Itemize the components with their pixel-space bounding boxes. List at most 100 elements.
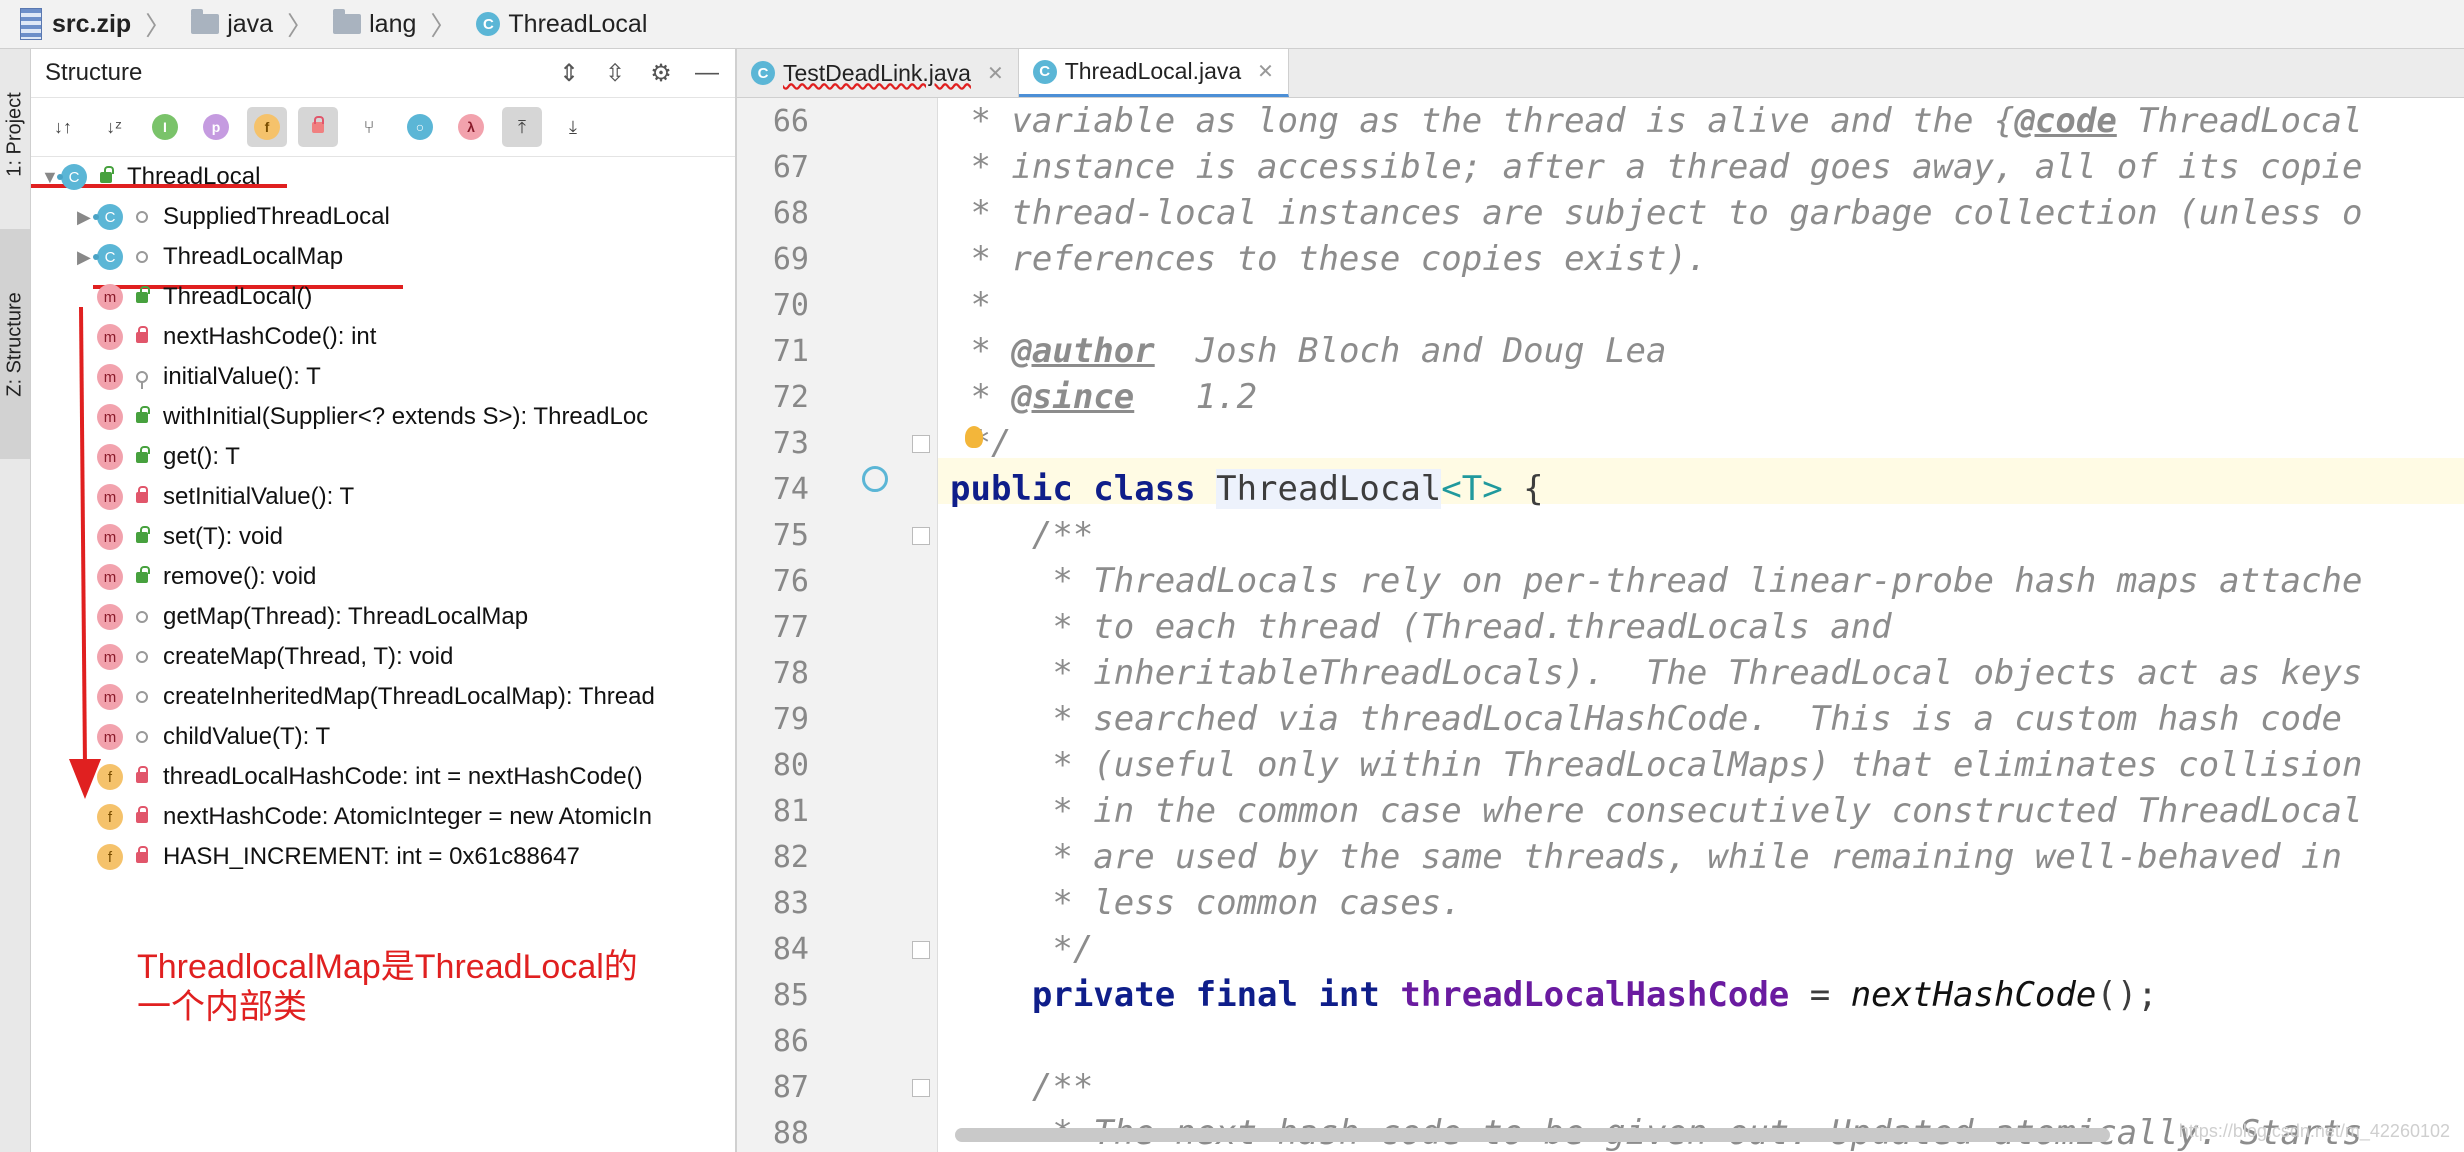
autoscroll-to-source-icon[interactable]: ⤒ [502, 107, 542, 147]
method-icon: m [97, 684, 123, 710]
code-token: Josh Bloch and Doug Lea [1154, 331, 1667, 371]
fold-marker-icon[interactable] [912, 435, 930, 453]
tree-item[interactable]: m getMap(Thread): ThreadLocalMap [77, 597, 528, 637]
tab-testdeadlink[interactable]: C TestDeadLink.java ✕ [737, 49, 1019, 97]
breadcrumb-item-lang[interactable]: lang [333, 9, 416, 39]
line-number: 74 [772, 472, 809, 507]
structure-tool-tab[interactable]: Z: Structure [0, 229, 30, 459]
code-line: * inheritableThreadLocals). The ThreadLo… [950, 650, 2362, 696]
tree-item[interactable]: f nextHashCode: AtomicInteger = new Atomi… [77, 797, 652, 837]
line-number: 85 [772, 978, 809, 1013]
tree-item-label: SuppliedThreadLocal [163, 203, 390, 230]
tree-item[interactable]: m createMap(Thread, T): void [77, 637, 453, 677]
horizontal-scrollbar[interactable] [955, 1128, 2110, 1142]
show-inherited-icon[interactable]: I [145, 107, 185, 147]
code-line: * variable as long as the thread is aliv… [950, 98, 2362, 144]
breadcrumb-item-zip[interactable]: src.zip [12, 8, 131, 40]
show-properties-icon[interactable]: p [196, 107, 236, 147]
tree-item[interactable]: ▶ C ThreadLocalMap [77, 237, 343, 277]
code-token: * in the common case where consecutively… [950, 791, 2363, 831]
code-line: * in the common case where consecutively… [950, 788, 2362, 834]
code-token: nextHashCode [1850, 975, 2097, 1015]
tree-item-label: createInheritedMap(ThreadLocalMap): Thre… [163, 683, 655, 710]
line-number: 66 [772, 104, 809, 139]
tree-item[interactable]: ▶ C SuppliedThreadLocal [77, 197, 390, 237]
class-icon: C [93, 204, 123, 230]
private-icon [131, 325, 153, 343]
tree-item-label: remove(): void [163, 563, 317, 590]
tree-item[interactable]: f HASH_INCREMENT: int = 0x61c88647 [77, 837, 580, 877]
line-number: 79 [772, 702, 809, 737]
tree-item[interactable]: m ThreadLocal() [77, 277, 312, 317]
show-anonymous-icon[interactable]: ○ [400, 107, 440, 147]
code-editor[interactable]: * variable as long as the thread is aliv… [938, 98, 2464, 1152]
tab-threadlocal[interactable]: C ThreadLocal.java ✕ [1018, 49, 1289, 97]
tree-item-label: HASH_INCREMENT: int = 0x61c88647 [163, 843, 580, 870]
lightbulb-icon[interactable] [965, 426, 983, 448]
tree-item[interactable]: f threadLocalHashCode: int = nextHashCode… [77, 757, 643, 797]
folder-icon [333, 9, 362, 34]
tree-item[interactable]: m setInitialValue(): T [77, 477, 354, 517]
breadcrumb-item-class[interactable]: C ThreadLocal [476, 10, 647, 39]
code-token: 1.2 [1134, 377, 1258, 417]
show-lambdas-icon[interactable]: λ [451, 107, 491, 147]
close-icon[interactable]: ✕ [987, 61, 1004, 86]
project-tool-tab[interactable]: 1: Project [0, 59, 30, 209]
method-icon: m [97, 644, 123, 670]
field-icon: f [97, 764, 123, 790]
gear-icon[interactable]: ⚙ [643, 55, 679, 91]
line-number: 67 [772, 150, 809, 185]
tree-item[interactable]: m remove(): void [77, 557, 316, 597]
package-private-icon [131, 611, 153, 623]
class-icon: C [476, 12, 501, 36]
sort-by-visibility-icon[interactable]: ↓↑ [43, 107, 83, 147]
public-icon [95, 165, 117, 183]
tree-item-label: get(): T [163, 443, 240, 470]
fold-marker-icon[interactable] [912, 527, 930, 545]
tree-item[interactable]: m initialValue(): T [77, 357, 321, 397]
close-icon[interactable]: ✕ [1257, 59, 1274, 84]
tree-item[interactable]: m childValue(T): T [77, 717, 330, 757]
line-number: 70 [772, 288, 809, 323]
show-fields-icon[interactable]: f [247, 107, 287, 147]
code-line: * @author Josh Bloch and Doug Lea [950, 328, 1666, 374]
tree-item[interactable]: m get(): T [77, 437, 240, 477]
show-non-public-icon[interactable] [298, 107, 338, 147]
fold-marker-icon[interactable] [912, 1079, 930, 1097]
field-icon: f [97, 844, 123, 870]
package-private-icon [131, 731, 153, 743]
tree-item-label: set(T): void [163, 523, 284, 550]
tree-item[interactable]: m createInheritedMap(ThreadLocalMap): Thr… [77, 677, 655, 717]
implemented-marker-icon[interactable] [862, 466, 888, 492]
method-icon: m [97, 484, 123, 510]
expand-all-icon[interactable]: ⇕ [551, 55, 587, 91]
code-line: * instance is accessible; after a thread… [950, 144, 2362, 190]
class-icon: C [751, 61, 775, 85]
tree-item[interactable]: m set(T): void [77, 517, 283, 557]
structure-toolbar: ↓↑ ↓ᶻ I p f ⑂ ○ λ ⤒ ⤓ [31, 98, 735, 157]
private-icon [131, 485, 153, 503]
tree-item[interactable]: m nextHashCode(): int [77, 317, 376, 357]
line-number: 77 [772, 610, 809, 645]
line-number: 87 [772, 1070, 809, 1105]
fold-marker-icon[interactable] [912, 941, 930, 959]
collapse-all-icon[interactable]: ⇳ [597, 55, 633, 91]
class-icon: C [1032, 59, 1057, 84]
protected-icon [131, 371, 153, 389]
breadcrumb-item-java[interactable]: java [191, 9, 273, 39]
structure-title: Structure [45, 59, 143, 86]
method-icon: m [97, 284, 123, 310]
minimize-icon[interactable]: — [689, 55, 725, 91]
tree-item-label: nextHashCode(): int [163, 323, 377, 350]
tree-item[interactable]: m withInitial(Supplier<? extends S>): Thr… [77, 397, 648, 437]
line-number: 69 [772, 242, 809, 277]
show-hierarchy-icon[interactable]: ⑂ [349, 107, 389, 147]
code-token: { [1502, 469, 1544, 509]
tree-item[interactable]: ▼ C ThreadLocal [41, 157, 260, 197]
code-line: public class ThreadLocal<T> { [950, 466, 1544, 512]
autoscroll-from-source-icon[interactable]: ⤓ [553, 107, 593, 147]
editor-gutter: 66 67 68 69 70 71 72 73 74 75 76 77 78 79 80 81 82 83 84 85… [737, 98, 938, 1152]
code-token: * (useful only within ThreadLocalMaps) t… [950, 745, 2363, 785]
line-number: 83 [772, 886, 809, 921]
sort-alphabetically-icon[interactable]: ↓ᶻ [94, 107, 134, 147]
